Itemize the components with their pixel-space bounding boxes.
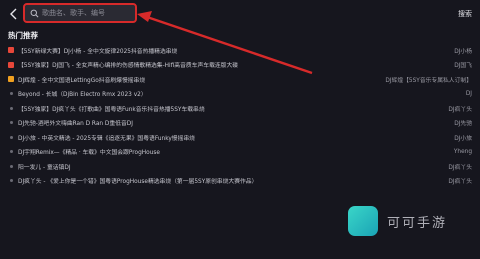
song-title: DJ辉煌 - 全中文国语LettingGo抖音刷爆慢摇串烧 <box>18 77 146 84</box>
bullet-dot-icon <box>8 134 14 140</box>
song-title: DJ宇翔Remix—《精品 · 车载》中文国会跟ProgHouse <box>18 150 160 157</box>
list-item[interactable]: Beyond - 长城（DjBin Electro Rmx 2023 v2） DJ <box>0 87 480 102</box>
song-artist: DJ先驰 <box>454 121 472 128</box>
song-artist: DJ疯丫头 <box>448 164 472 171</box>
list-item[interactable]: 【5SY新绿大赛】DJ小杨 - 全中文旋律2025抖音热播精选串烧 DJ小杨 <box>0 43 480 58</box>
list-item[interactable]: 【5SY独家】DJ国飞 - 全女声精心编排的伤感情歌精选集-Hifi高音质车声车… <box>0 58 480 73</box>
list-item[interactable]: DJ辉煌 - 全中文国语LettingGo抖音刷爆慢摇串烧 DJ辉煌【5SY音乐专… <box>0 72 480 87</box>
bullet-dot-icon <box>8 120 14 126</box>
list-item[interactable]: DJ小旅 - 中英文精选 - 2025专辑《追逐无果》国粤语Funky慢摇串烧 D… <box>0 130 480 145</box>
list-item[interactable]: DJ疯丫头 - 《爱上你是一个错》国粤语ProgHouse精选串烧（第一届5SY… <box>0 174 480 189</box>
search-button[interactable]: 搜索 <box>458 9 472 19</box>
song-artist: DJ小杨 <box>454 48 472 55</box>
song-artist: Yheng <box>453 148 472 155</box>
list-item[interactable]: DJ先驰-酒吧外文嗨曲Ran D Ran D重低音DJ DJ先驰 <box>0 116 480 131</box>
watermark-logo <box>348 206 378 236</box>
bullet-dot-icon <box>8 105 14 111</box>
song-artist: DJ国飞 <box>454 63 472 70</box>
song-artist: DJ小旅 <box>454 135 472 142</box>
song-title: DJ小旅 - 中英文精选 - 2025专辑《追逐无果》国粤语Funky慢摇串烧 <box>18 135 195 142</box>
bullet-dot-icon <box>8 178 14 184</box>
back-arrow-icon[interactable] <box>7 7 21 21</box>
watermark: 可可手游 <box>348 204 472 238</box>
song-artist: DJ疯丫头 <box>448 179 472 186</box>
bullet-dot-icon <box>8 91 14 97</box>
hot-badge-icon <box>8 61 14 68</box>
app-window: 搜索 热门推荐 【5SY新绿大赛】DJ小杨 - 全中文旋律2025抖音热播精选串… <box>0 0 480 259</box>
song-artist: DJ疯丫头 <box>448 106 472 113</box>
song-title: Beyond - 长城（DjBin Electro Rmx 2023 v2） <box>18 92 147 99</box>
bullet-dot-icon <box>8 149 14 155</box>
hot-badge-icon <box>8 76 14 83</box>
list-item[interactable]: 阳一发儿 - 童话镇DJ DJ疯丫头 <box>0 159 480 174</box>
hot-badge-icon <box>8 47 14 54</box>
search-icon <box>30 9 39 18</box>
song-artist: DJ <box>465 90 472 97</box>
header-bar: 搜索 <box>0 0 480 32</box>
song-title: DJ先驰-酒吧外文嗨曲Ran D Ran D重低音DJ <box>18 121 133 128</box>
song-title: DJ疯丫头 - 《爱上你是一个错》国粤语ProgHouse精选串烧（第一届5SY… <box>18 179 258 186</box>
hot-list: 【5SY新绿大赛】DJ小杨 - 全中文旋律2025抖音热播精选串烧 DJ小杨 【5S… <box>0 43 480 188</box>
song-title: 【5SY独家】DJ疯丫头《打歌曲》国粤语Funk音乐抖音热播5SY车载串烧 <box>18 106 205 113</box>
song-title: 【5SY新绿大赛】DJ小杨 - 全中文旋律2025抖音热播精选串烧 <box>18 48 178 55</box>
watermark-text: 可可手游 <box>387 215 448 231</box>
list-item[interactable]: 【5SY独家】DJ疯丫头《打歌曲》国粤语Funk音乐抖音热播5SY车载串烧 DJ疯… <box>0 101 480 116</box>
song-artist: DJ辉煌【5SY音乐专属私人订制】 <box>385 77 472 84</box>
search-box[interactable] <box>23 3 137 23</box>
section-title: 热门推荐 <box>8 31 38 40</box>
song-title: 【5SY独家】DJ国飞 - 全女声精心编排的伤感情歌精选集-Hifi高音质车声车… <box>18 63 239 70</box>
search-input[interactable] <box>42 9 132 17</box>
bullet-dot-icon <box>8 163 14 169</box>
song-title: 阳一发儿 - 童话镇DJ <box>18 164 71 171</box>
list-item[interactable]: DJ宇翔Remix—《精品 · 车载》中文国会跟ProgHouse Yheng <box>0 145 480 160</box>
